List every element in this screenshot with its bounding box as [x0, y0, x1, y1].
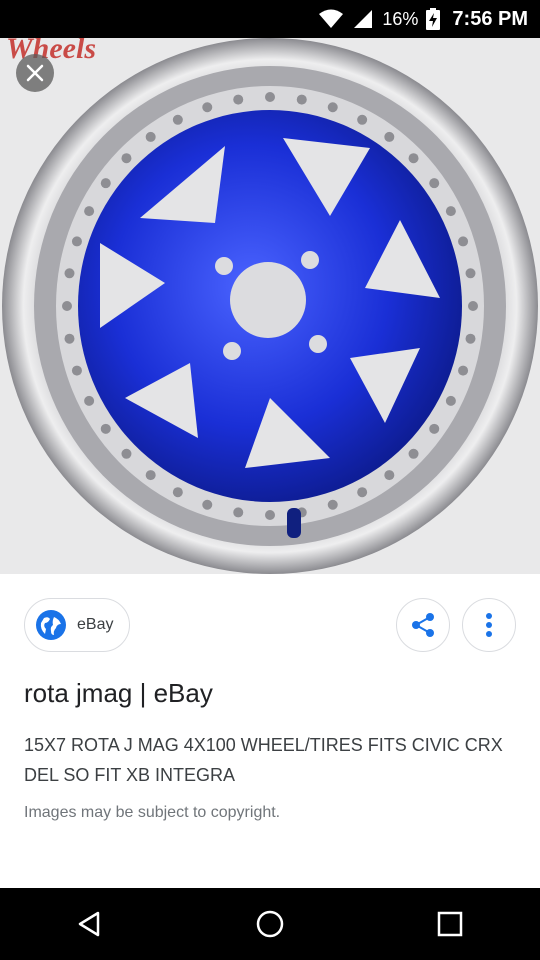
status-bar: 16% 7:56 PM — [0, 0, 540, 38]
home-button[interactable] — [240, 894, 300, 954]
more-vert-icon — [486, 613, 492, 637]
source-name: eBay — [77, 616, 114, 633]
result-description: 15X7 ROTA J MAG 4X100 WHEEL/TIRES FITS C… — [24, 735, 503, 785]
share-icon — [412, 613, 434, 637]
back-button[interactable] — [60, 894, 120, 954]
back-icon — [78, 911, 100, 937]
recents-icon — [437, 911, 463, 937]
recents-button[interactable] — [420, 894, 480, 954]
cell-signal-icon — [354, 10, 373, 28]
globe-icon — [35, 609, 67, 641]
result-title[interactable]: rota jmag | eBay — [24, 678, 213, 709]
wheel-image — [2, 38, 538, 574]
close-icon — [26, 64, 44, 82]
copyright-notice: Images may be subject to copyright. — [24, 804, 281, 821]
close-button[interactable] — [16, 54, 54, 92]
image-viewer[interactable]: Wheels — [0, 38, 540, 574]
clock: 7:56 PM — [452, 7, 528, 30]
wifi-icon — [319, 9, 344, 28]
battery-percent: 16% — [382, 8, 419, 29]
home-icon — [256, 910, 284, 938]
image-info-panel: eBay rota jmag | eBay 15X7 ROTA J MAG 4X… — [0, 574, 540, 888]
system-nav-bar — [0, 888, 540, 960]
source-chip[interactable]: eBay — [24, 598, 131, 652]
more-options-button[interactable] — [462, 598, 516, 652]
battery-charging-icon — [426, 8, 441, 30]
share-button[interactable] — [396, 598, 450, 652]
